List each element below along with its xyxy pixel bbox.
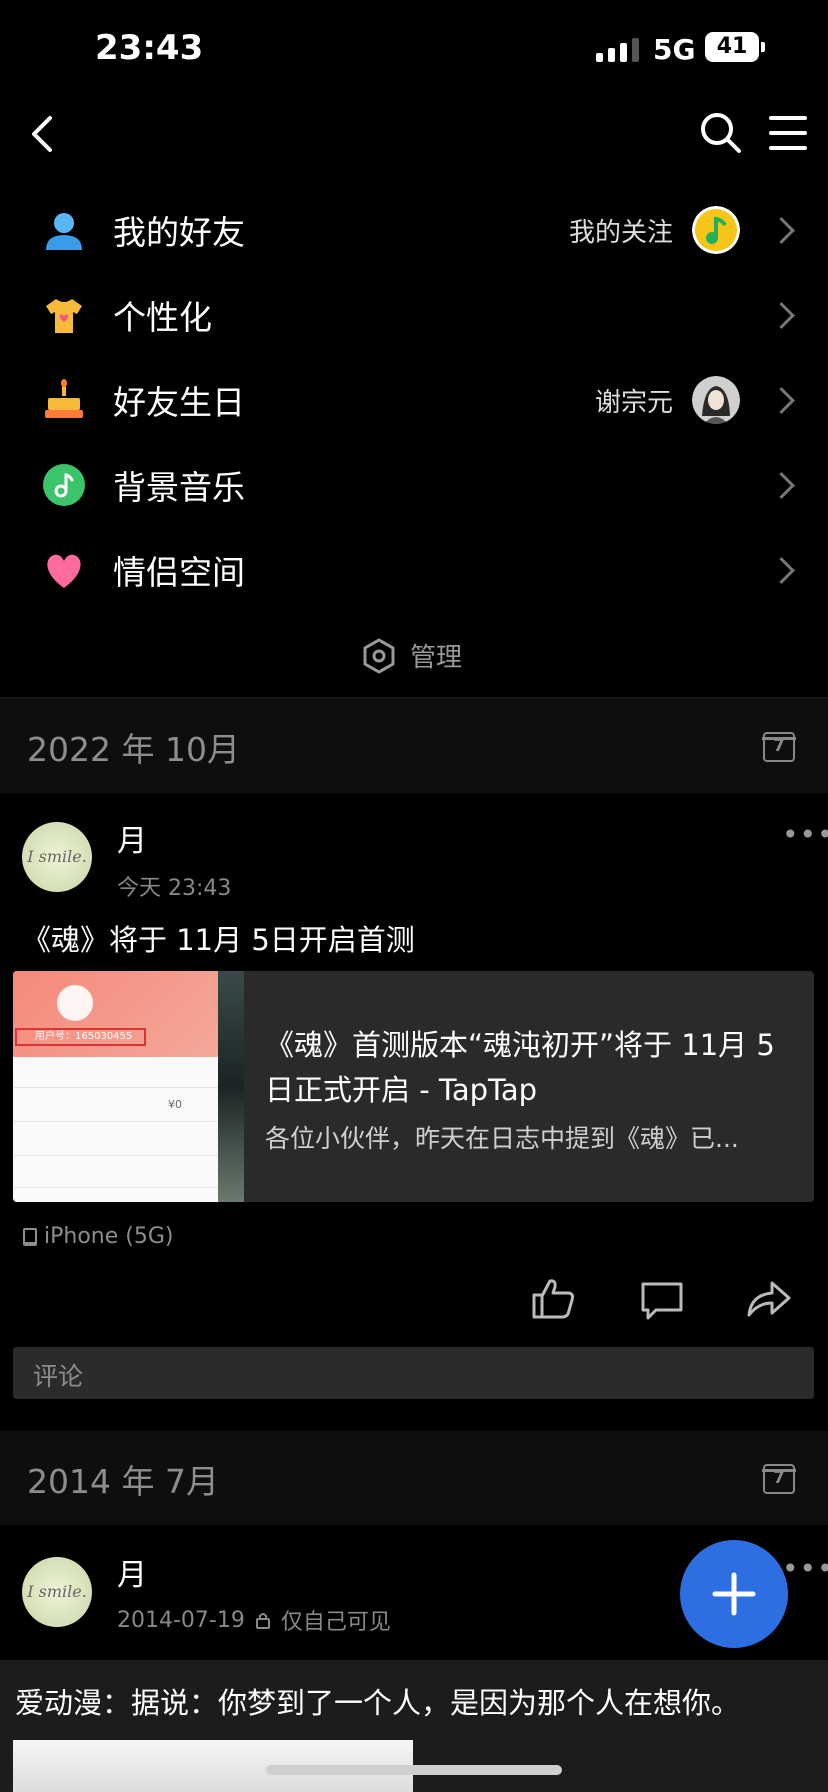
back-icon bbox=[32, 116, 52, 152]
more-options-icon[interactable]: ••• bbox=[782, 1552, 828, 1585]
menu-label: 好友生日 bbox=[113, 383, 245, 422]
chevron-right-icon bbox=[768, 386, 795, 414]
back-button[interactable] bbox=[28, 112, 58, 156]
link-title: 《魂》首测版本“魂沌初开”将于 11月 5日正式开启 - TapTap bbox=[265, 1028, 775, 1107]
heart-icon bbox=[47, 554, 81, 588]
menu-label: 个性化 bbox=[113, 298, 212, 337]
thumbs-up-icon bbox=[532, 1279, 575, 1319]
menu-row-birthday[interactable]: 好友生日 谢宗元 bbox=[0, 358, 828, 442]
device-label: iPhone (5G) bbox=[44, 1224, 174, 1249]
lock-icon bbox=[255, 1613, 270, 1629]
menu-sub: 谢宗元 bbox=[594, 387, 673, 418]
menu-label: 背景音乐 bbox=[113, 468, 245, 507]
menu-row-music[interactable]: 背景音乐 bbox=[0, 443, 828, 527]
search-icon bbox=[701, 113, 741, 153]
status-time: 23:43 bbox=[95, 28, 204, 68]
signal-icon bbox=[596, 38, 639, 62]
settings-hexagon-icon bbox=[363, 637, 395, 674]
qq-music-avatar bbox=[692, 206, 740, 254]
link-card[interactable]: 用户号：165030455 ¥0 《魂》首测版本“魂沌初开”将于 11月 5日正… bbox=[13, 971, 814, 1202]
post-meta: 2014-07-19 仅自己可见 bbox=[117, 1604, 391, 1636]
network-label: 5G bbox=[653, 33, 696, 66]
comment-placeholder: 评论 bbox=[33, 1362, 84, 1391]
post-author[interactable]: 月 bbox=[117, 816, 147, 860]
avatar[interactable]: I smile. bbox=[22, 1557, 92, 1627]
home-indicator[interactable] bbox=[266, 1765, 562, 1775]
comment-input[interactable]: 评论 bbox=[13, 1347, 814, 1399]
tshirt-icon bbox=[46, 299, 82, 333]
share-button[interactable] bbox=[746, 1279, 792, 1323]
month-label: 2022 年 10月 bbox=[27, 730, 240, 769]
comment-button[interactable] bbox=[640, 1281, 684, 1325]
music-note-icon bbox=[43, 464, 85, 506]
device-info: iPhone (5G) bbox=[22, 1224, 173, 1249]
menu-button[interactable] bbox=[768, 114, 808, 152]
link-description: 各位小伙伴，昨天在日志中提到《魂》已... bbox=[265, 1124, 739, 1153]
post-date: 2014-07-19 bbox=[117, 1607, 245, 1633]
calendar-icon[interactable]: 7 bbox=[762, 732, 796, 762]
chevron-right-icon bbox=[768, 216, 795, 244]
chevron-right-icon bbox=[768, 471, 795, 499]
like-button[interactable] bbox=[531, 1277, 575, 1323]
add-post-button[interactable] bbox=[680, 1540, 788, 1648]
more-options-icon[interactable]: ••• bbox=[782, 818, 828, 851]
calendar-icon[interactable]: 7 bbox=[762, 1464, 796, 1494]
post-time: 今天 23:43 bbox=[117, 876, 232, 901]
search-button[interactable] bbox=[698, 110, 744, 156]
phone-icon bbox=[23, 1227, 37, 1246]
comment-icon bbox=[641, 1282, 683, 1320]
menu-row-friends[interactable]: 我的好友 我的关注 bbox=[0, 188, 828, 272]
friend-icon bbox=[46, 213, 82, 250]
hamburger-icon bbox=[769, 116, 807, 150]
thumb-user-id: 用户号：165030455 bbox=[15, 1028, 146, 1046]
manage-button[interactable]: 管理 bbox=[362, 637, 462, 674]
thumb-amount: ¥0 bbox=[168, 1098, 182, 1111]
share-icon bbox=[747, 1281, 791, 1317]
post-author[interactable]: 月 bbox=[117, 1550, 147, 1594]
visibility-label: 仅自己可见 bbox=[280, 1610, 391, 1635]
friend-avatar bbox=[692, 376, 740, 424]
post-text: 《魂》将于 11月 5日开启首测 bbox=[22, 923, 415, 957]
menu-sub: 我的关注 bbox=[568, 217, 673, 248]
chevron-right-icon bbox=[768, 556, 795, 584]
cake-icon bbox=[45, 379, 83, 418]
menu-row-personalize[interactable]: 个性化 bbox=[0, 273, 828, 357]
menu-row-couple[interactable]: 情侣空间 bbox=[0, 528, 828, 612]
battery-tip bbox=[761, 42, 765, 52]
chevron-right-icon bbox=[768, 301, 795, 329]
manage-label: 管理 bbox=[410, 643, 463, 673]
battery-icon: 41 bbox=[705, 32, 759, 62]
plus-icon bbox=[712, 1572, 756, 1616]
post-text: 爱动漫：据说：你梦到了一个人，是因为那个人在想你。 bbox=[15, 1686, 741, 1720]
month-label: 2014 年 7月 bbox=[27, 1462, 219, 1501]
avatar[interactable]: I smile. bbox=[22, 822, 92, 892]
menu-label: 我的好友 bbox=[113, 213, 245, 252]
menu-label: 情侣空间 bbox=[113, 553, 245, 592]
link-thumbnail: 用户号：165030455 ¥0 bbox=[13, 971, 244, 1202]
